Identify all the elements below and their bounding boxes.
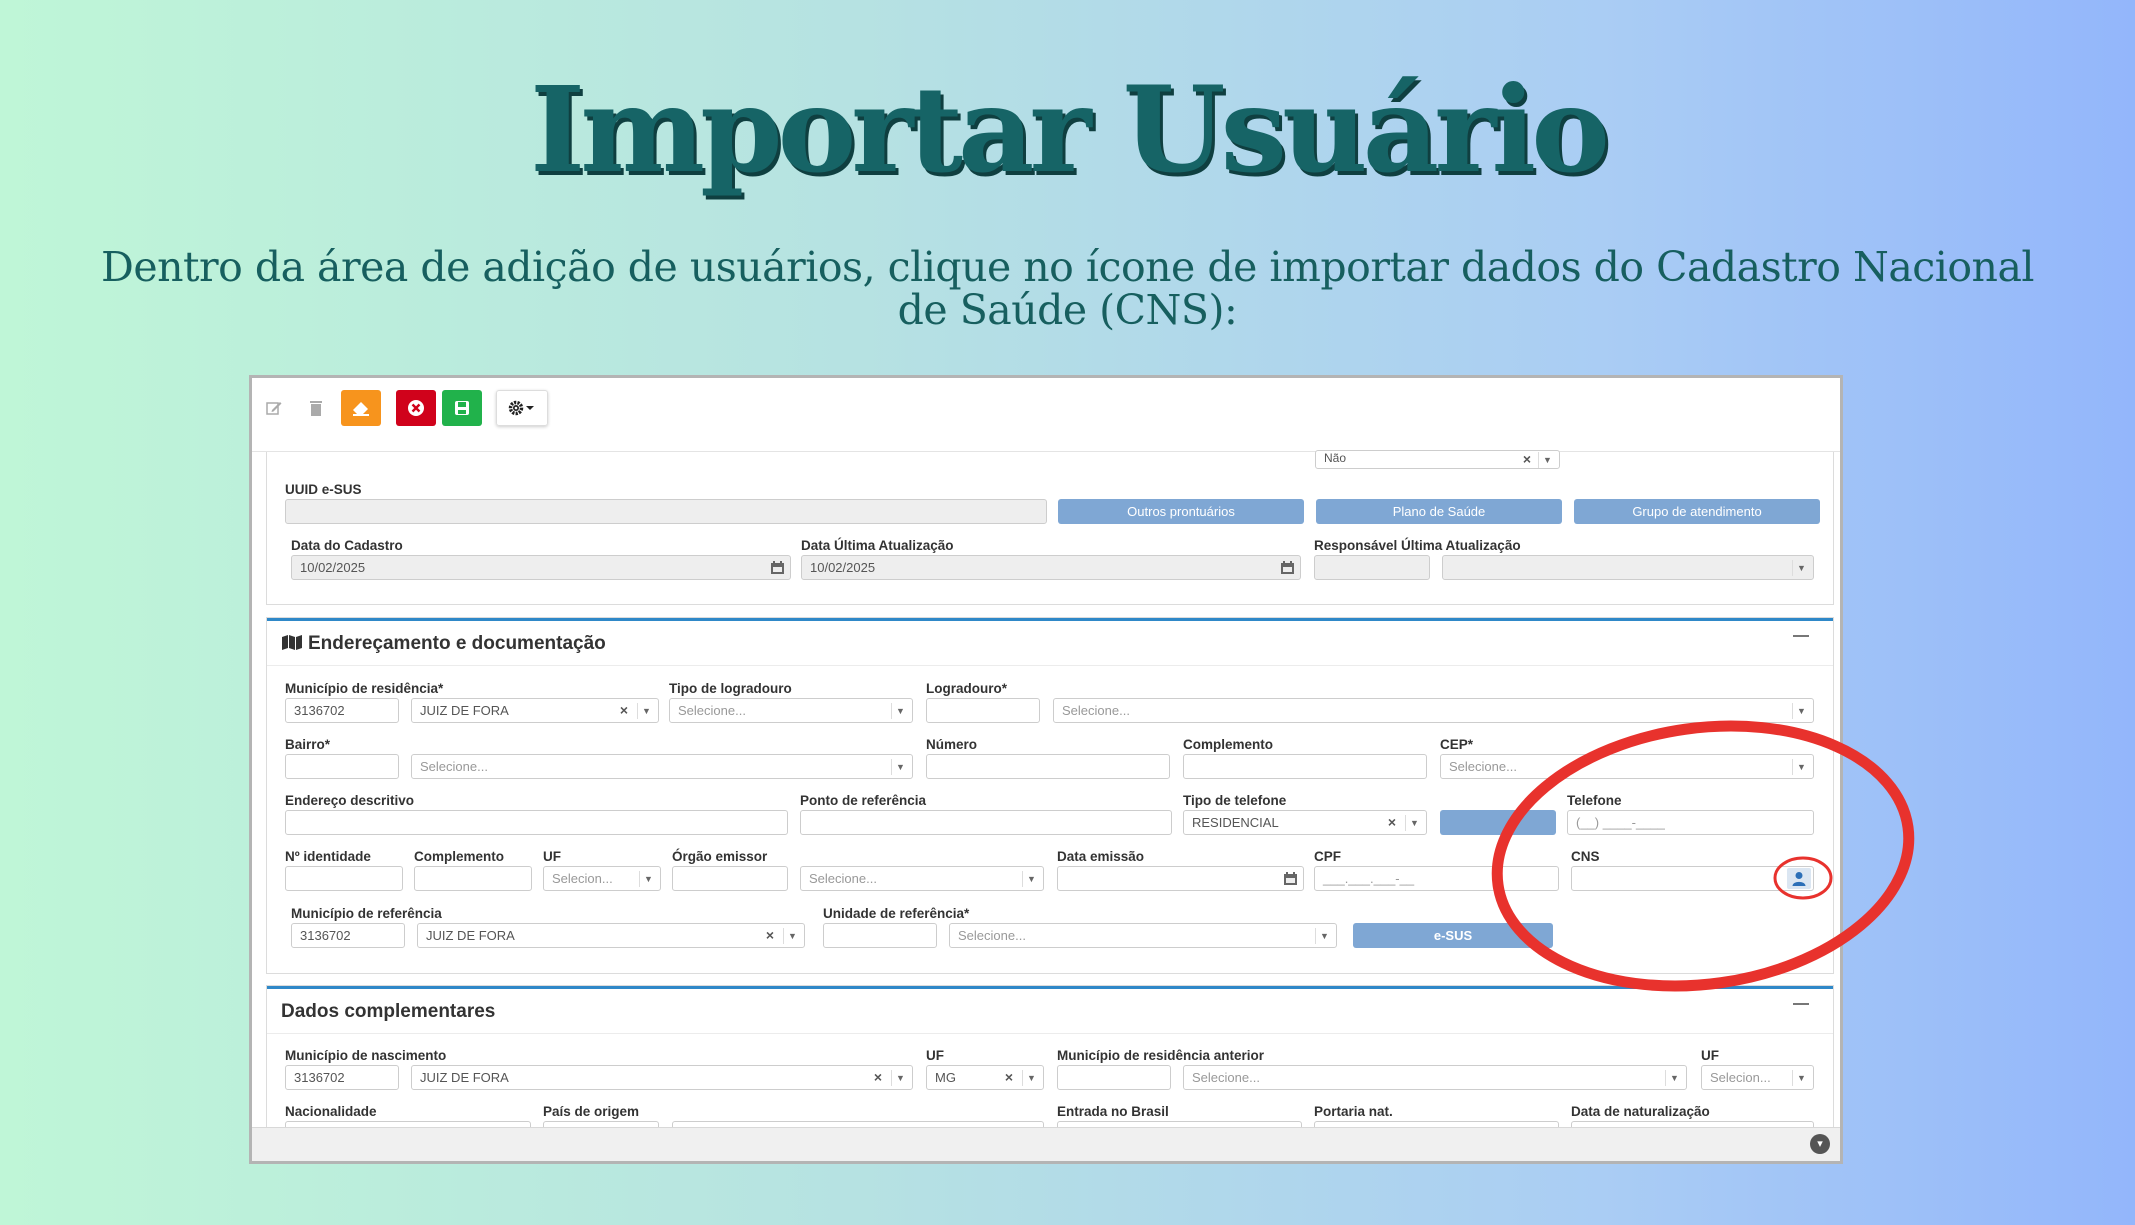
highlight-annotation xyxy=(1491,720,1915,992)
highlight-small-circle xyxy=(1773,856,1833,900)
highlight-circle xyxy=(1491,720,1915,992)
